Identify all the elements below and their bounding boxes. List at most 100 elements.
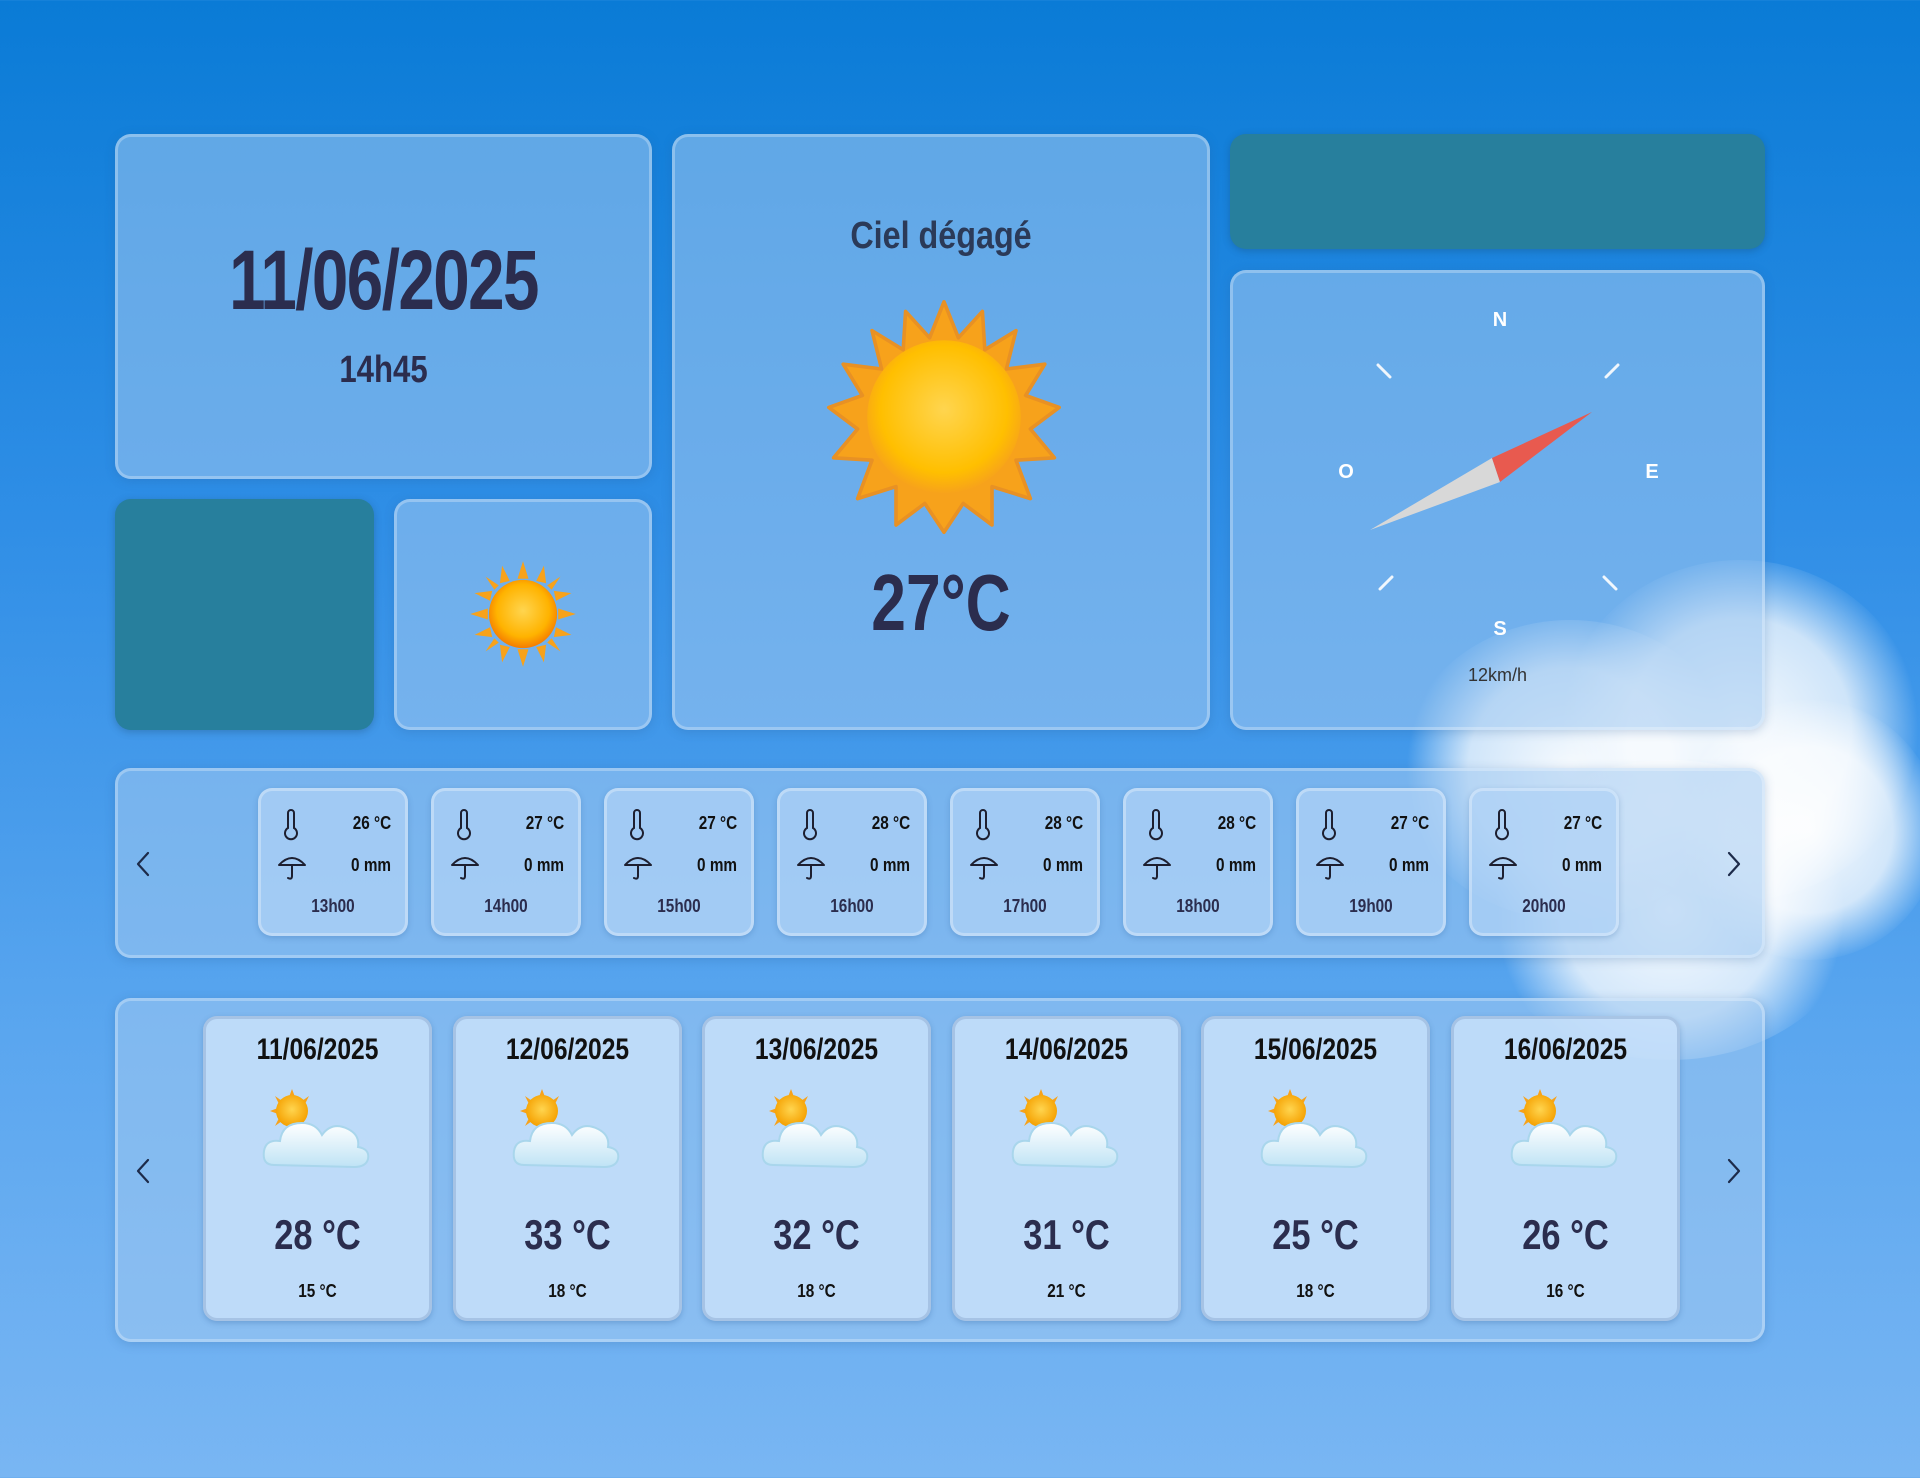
hourly-time: 20h00 [1522, 896, 1566, 916]
daily-max-temperature: 33 °C [523, 1211, 611, 1258]
daily-card: 13/06/2025 32 °C 18 °C [702, 1016, 931, 1321]
umbrella-icon [278, 857, 306, 880]
hourly-time: 13h00 [311, 896, 355, 916]
thermometer-icon [630, 809, 644, 841]
small-sun-panel [394, 499, 652, 730]
daily-max-temperature: 31 °C [1022, 1211, 1110, 1258]
hourly-temperature: 28 °C [1217, 813, 1256, 833]
condition-label: Ciel dégagé [850, 215, 1032, 257]
umbrella-icon [1316, 857, 1344, 880]
umbrella-icon [1143, 857, 1171, 880]
current-temperature: 27°C [871, 558, 1011, 647]
thermometer-icon [1149, 809, 1163, 841]
hourly-precipitation: 0 mm [1216, 855, 1256, 875]
hourly-time: 18h00 [1176, 896, 1220, 916]
umbrella-icon [451, 857, 479, 880]
daily-min-temperature: 15 °C [298, 1281, 337, 1301]
chevron-right-icon [1727, 851, 1741, 877]
hourly-precipitation: 0 mm [524, 855, 564, 875]
daily-max-temperature: 28 °C [274, 1211, 361, 1258]
thermometer-icon [976, 809, 990, 841]
daily-max-temperature: 25 °C [1272, 1211, 1359, 1258]
sun-icon [827, 300, 1061, 534]
hourly-card: 28 °C 0 mm 16h00 [777, 788, 927, 936]
partly-cloudy-icon [1260, 1089, 1368, 1169]
daily-next-button[interactable] [1719, 1151, 1749, 1191]
daily-min-temperature: 18 °C [1296, 1281, 1335, 1301]
daily-max-temperature: 32 °C [773, 1211, 860, 1258]
partly-cloudy-icon [262, 1089, 370, 1169]
thermometer-icon [284, 809, 298, 841]
thermometer-icon [1322, 809, 1336, 841]
wind-speed: 12km/h [1467, 665, 1528, 685]
daily-card: 11/06/2025 28 °C 15 °C [203, 1016, 432, 1321]
hourly-card: 26 °C 0 mm 13h00 [258, 788, 408, 936]
daily-date: 13/06/2025 [754, 1033, 879, 1066]
hourly-card: 28 °C 0 mm 18h00 [1123, 788, 1273, 936]
compass-needle-south [1370, 458, 1500, 530]
hourly-prev-button[interactable] [128, 844, 158, 884]
hourly-time: 19h00 [1349, 896, 1393, 916]
hourly-precipitation: 0 mm [697, 855, 737, 875]
daily-date: 16/06/2025 [1503, 1033, 1627, 1066]
hourly-time: 17h00 [1003, 896, 1047, 916]
hourly-precipitation: 0 mm [1562, 855, 1602, 875]
hourly-card: 27 °C 0 mm 19h00 [1296, 788, 1446, 936]
daily-card: 15/06/2025 25 °C 18 °C [1201, 1016, 1430, 1321]
hourly-precipitation: 0 mm [351, 855, 391, 875]
daily-card: 12/06/2025 33 °C 18 °C [452, 1016, 682, 1321]
thermometer-icon [457, 809, 471, 841]
hourly-next-button[interactable] [1719, 844, 1749, 884]
hourly-time: 15h00 [657, 896, 701, 916]
hourly-temperature: 27 °C [1563, 813, 1602, 833]
daily-forecast-panel: 11/06/2025 28 °C 15 °C 12/06/2025 33 °C 18 °C… [115, 998, 1765, 1342]
chevron-right-icon [1727, 1158, 1741, 1184]
hourly-precipitation: 0 mm [1043, 855, 1083, 875]
daily-date: 11/06/2025 [256, 1033, 379, 1066]
hourly-precipitation: 0 mm [1389, 855, 1429, 875]
hourly-precipitation: 0 mm [870, 855, 910, 875]
hourly-temperature: 27 °C [1390, 813, 1429, 833]
umbrella-icon [624, 857, 652, 880]
chevron-left-icon [136, 1158, 150, 1184]
compass-needle [1370, 363, 1620, 591]
teal-square [115, 499, 374, 730]
current-time: 14h45 [339, 349, 428, 391]
daily-date: 12/06/2025 [505, 1033, 629, 1066]
thermometer-icon [803, 809, 817, 841]
daily-min-temperature: 18 °C [547, 1281, 587, 1301]
daily-date: 15/06/2025 [1253, 1033, 1378, 1066]
daily-card: 16/06/2025 26 °C 16 °C [1450, 1016, 1680, 1321]
date-time-panel: 11/06/2025 14h45 [115, 134, 652, 479]
hourly-temperature: 27 °C [525, 813, 564, 833]
daily-min-temperature: 18 °C [797, 1281, 836, 1301]
daily-min-temperature: 21 °C [1046, 1281, 1086, 1301]
hourly-card: 28 °C 0 mm 17h00 [950, 788, 1100, 936]
partly-cloudy-icon [512, 1089, 619, 1169]
daily-date: 14/06/2025 [1004, 1033, 1128, 1066]
hourly-temperature: 28 °C [871, 813, 910, 833]
wind-compass-panel: N E S O 12km/h [1230, 270, 1765, 730]
hourly-time: 16h00 [830, 896, 874, 916]
thermometer-icon [1495, 809, 1509, 841]
hourly-temperature: 27 °C [698, 813, 737, 833]
umbrella-icon [1489, 857, 1517, 880]
hourly-time: 14h00 [484, 896, 528, 916]
teal-banner [1230, 134, 1765, 249]
hourly-card: 27 °C 0 mm 14h00 [431, 788, 581, 936]
hourly-temperature: 26 °C [352, 813, 391, 833]
hourly-card: 27 °C 0 mm 15h00 [604, 788, 754, 936]
partly-cloudy-icon [1011, 1089, 1118, 1169]
partly-cloudy-icon [761, 1089, 869, 1169]
chevron-left-icon [136, 851, 150, 877]
current-date: 11/06/2025 [229, 233, 539, 327]
umbrella-icon [797, 857, 825, 880]
daily-max-temperature: 26 °C [1521, 1211, 1609, 1258]
daily-min-temperature: 16 °C [1545, 1281, 1585, 1301]
hourly-temperature: 28 °C [1044, 813, 1083, 833]
sun-icon [470, 561, 576, 667]
partly-cloudy-icon [1510, 1089, 1617, 1169]
umbrella-icon [970, 857, 998, 880]
compass-needle-north [1492, 412, 1592, 482]
daily-prev-button[interactable] [128, 1151, 158, 1191]
